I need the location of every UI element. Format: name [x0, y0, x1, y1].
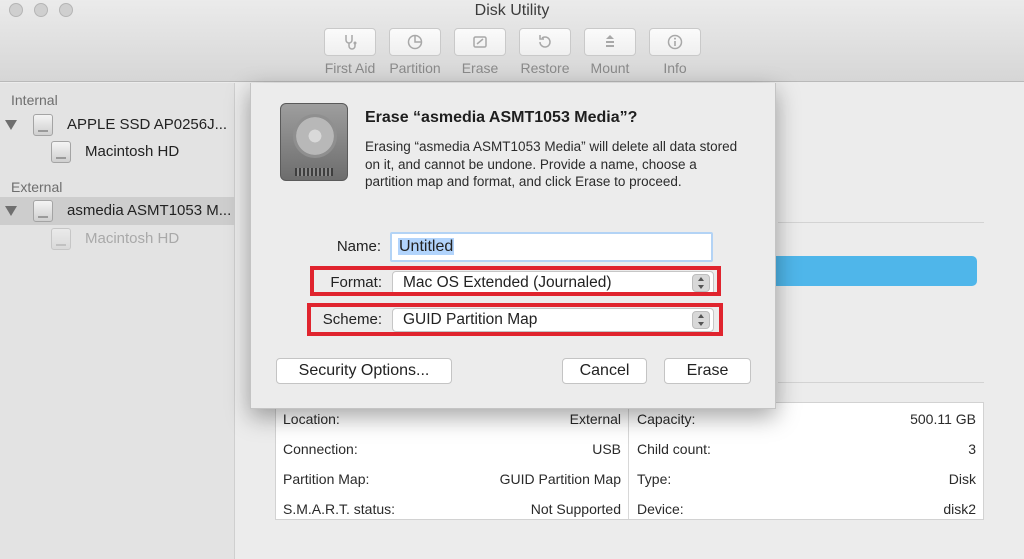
dialog-message: Erasing “asmedia ASMT1053 Media” will de…: [365, 139, 738, 189]
info-label: Location:: [283, 411, 340, 427]
erase-button[interactable]: Erase: [452, 28, 508, 76]
sidebar-item-macintosh-hd-external[interactable]: Macintosh HD: [0, 225, 235, 253]
erase-dialog: Erase “asmedia ASMT1053 Media”? Erasing …: [250, 83, 776, 409]
first-aid-button[interactable]: First Aid: [322, 28, 378, 76]
dialog-title: Erase “asmedia ASMT1053 Media”?: [365, 109, 638, 126]
info-value: Disk: [948, 471, 976, 487]
info-value: disk2: [943, 501, 976, 517]
info-button[interactable]: Info: [647, 28, 703, 76]
name-label: Name:: [336, 238, 381, 255]
disclosure-triangle-icon[interactable]: [5, 206, 17, 216]
column-divider: [628, 403, 629, 519]
info-label: S.M.A.R.T. status:: [283, 501, 396, 517]
info-value: 3: [968, 441, 976, 457]
external-drive-icon: [33, 200, 53, 222]
disk-info-table: Location: External Connection: USB Parti…: [275, 402, 984, 520]
partition-button[interactable]: Partition: [387, 28, 443, 76]
hard-drive-icon: [280, 103, 348, 181]
stethoscope-icon: [345, 35, 357, 50]
info-value: USB: [592, 441, 621, 457]
pie-icon: [407, 34, 423, 50]
info-label: Device:: [637, 501, 684, 517]
external-section-title: External: [11, 179, 63, 195]
info-icon: [667, 34, 683, 50]
sidebar-item-label: APPLE SSD AP0256J...: [67, 116, 228, 133]
info-value: Not Supported: [530, 501, 621, 517]
disclosure-triangle-icon[interactable]: [5, 120, 17, 130]
eraser-icon: [473, 36, 487, 48]
internal-section-title: Internal: [11, 92, 58, 108]
info-label: Type:: [637, 471, 672, 487]
sidebar: Internal APPLE SSD AP0256J... Macintosh …: [0, 83, 235, 559]
security-options-button[interactable]: Security Options...: [276, 358, 452, 384]
info-value: GUID Partition Map: [499, 471, 621, 487]
info-label: Child count:: [637, 441, 711, 457]
format-highlight-box: [310, 266, 721, 296]
sidebar-item-macintosh-hd[interactable]: Macintosh HD: [0, 138, 235, 166]
info-label: Info: [663, 60, 687, 76]
scheme-highlight-box: [307, 303, 723, 336]
info-label: Capacity:: [637, 411, 696, 427]
volume-icon: [51, 141, 71, 163]
name-input[interactable]: Untitled: [390, 232, 713, 262]
name-input-value: Untitled: [398, 238, 455, 255]
erase-confirm-button[interactable]: Erase: [664, 358, 751, 384]
restore-button[interactable]: Restore: [517, 28, 573, 76]
restore-arrow-icon: [539, 35, 551, 48]
info-label: Partition Map:: [283, 471, 370, 487]
window-title: Disk Utility: [474, 2, 550, 19]
sidebar-item-asmedia[interactable]: asmedia ASMT1053 M...: [0, 197, 235, 225]
divider: [778, 382, 984, 383]
sidebar-item-label: asmedia ASMT1053 M...: [67, 202, 232, 219]
mount-button[interactable]: Mount: [582, 28, 638, 76]
volume-icon: [51, 228, 71, 250]
mount-icon: [606, 35, 614, 47]
sidebar-item-apple-ssd[interactable]: APPLE SSD AP0256J...: [0, 111, 235, 139]
window-titlebar: Disk Utility First Aid Partition Erase R…: [0, 0, 1024, 82]
sidebar-item-label: Macintosh HD: [85, 230, 180, 247]
info-label: Connection:: [283, 441, 358, 457]
info-value: External: [569, 411, 621, 427]
sidebar-item-label: Macintosh HD: [85, 143, 180, 160]
info-value: 500.11 GB: [910, 411, 976, 427]
drive-icon: [33, 114, 53, 136]
usage-bar: [760, 256, 977, 286]
divider: [778, 222, 984, 223]
cancel-button[interactable]: Cancel: [562, 358, 647, 384]
